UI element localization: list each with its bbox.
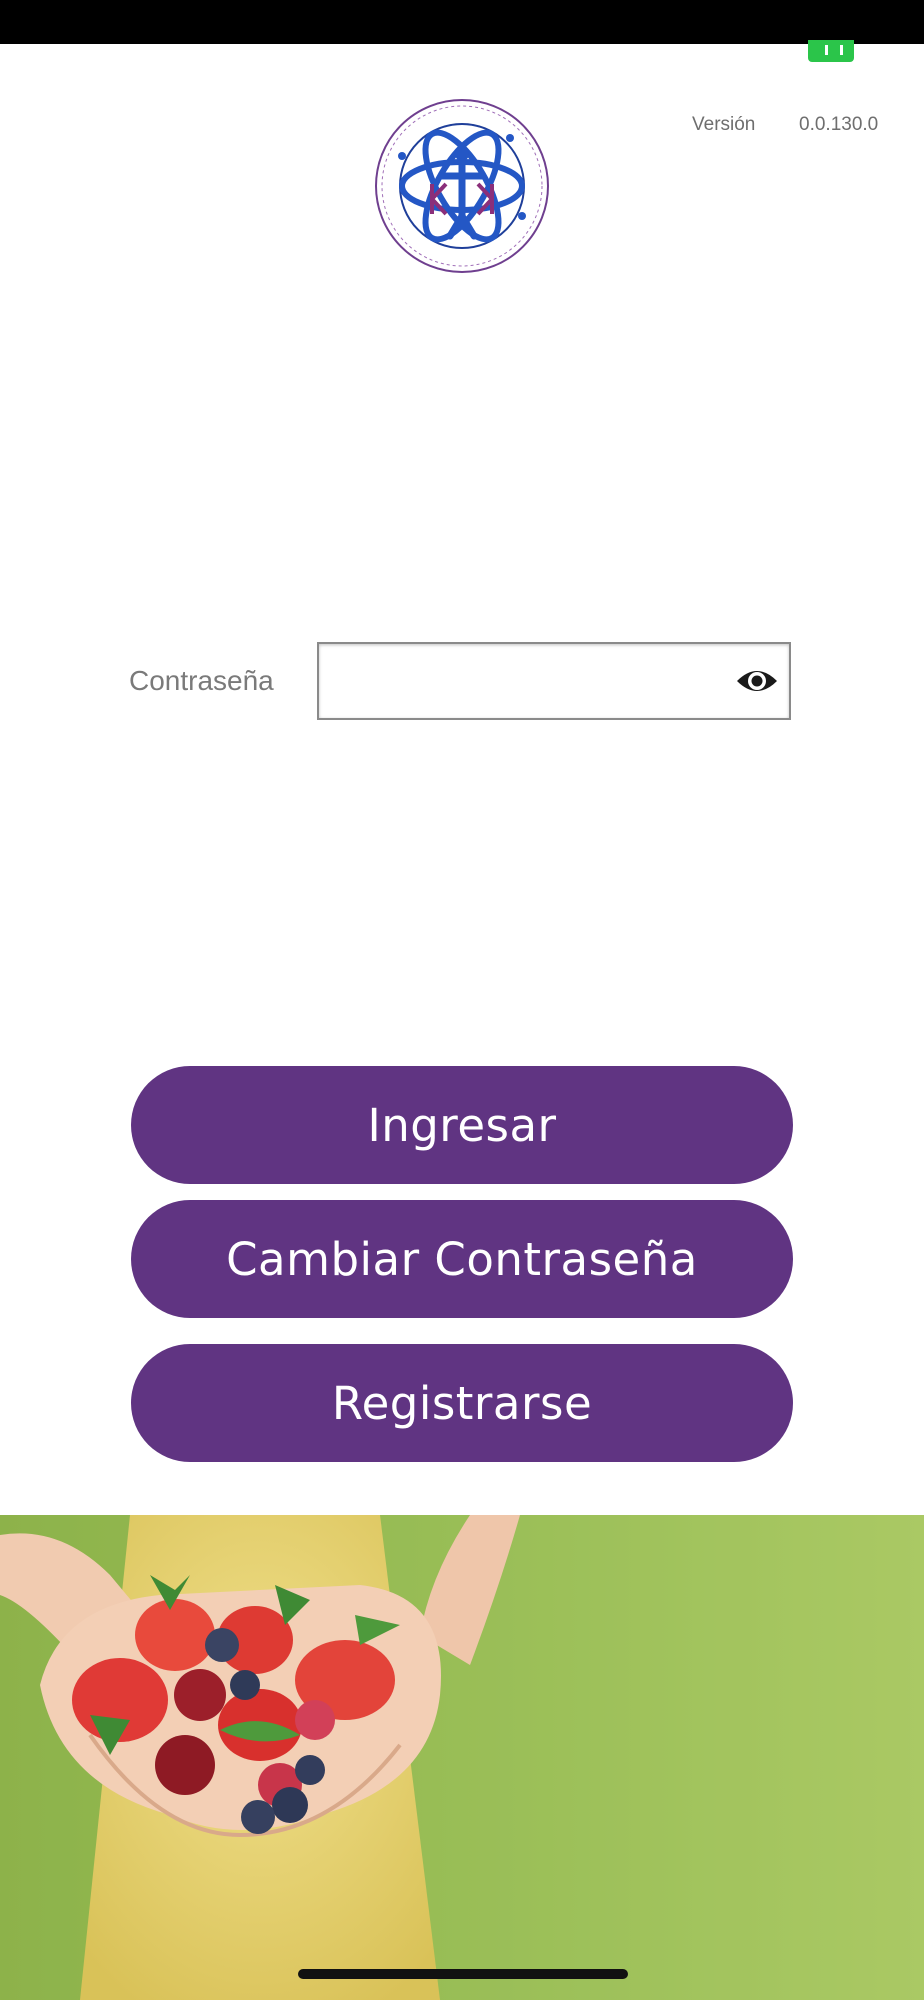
status-bar <box>0 0 924 62</box>
battery-charging-icon <box>808 40 854 62</box>
version-label: Versión <box>692 114 756 135</box>
password-label: Contraseña <box>129 665 274 696</box>
login-button[interactable]: Ingresar <box>131 1066 793 1184</box>
password-field <box>317 642 791 720</box>
hero-berries-image <box>0 1515 924 2000</box>
register-button[interactable]: Registrarse <box>131 1344 793 1462</box>
version-value: 0.0.130.0 <box>799 114 879 135</box>
eye-icon[interactable] <box>735 661 779 701</box>
clinic-logo <box>375 99 549 273</box>
change-password-button[interactable]: Cambiar Contraseña <box>131 1200 793 1318</box>
login-screen: Versión 0.0.130.0 Contraseña Ingresar Ca… <box>0 0 924 2000</box>
home-indicator[interactable] <box>298 1969 628 1979</box>
password-input[interactable] <box>319 644 719 718</box>
